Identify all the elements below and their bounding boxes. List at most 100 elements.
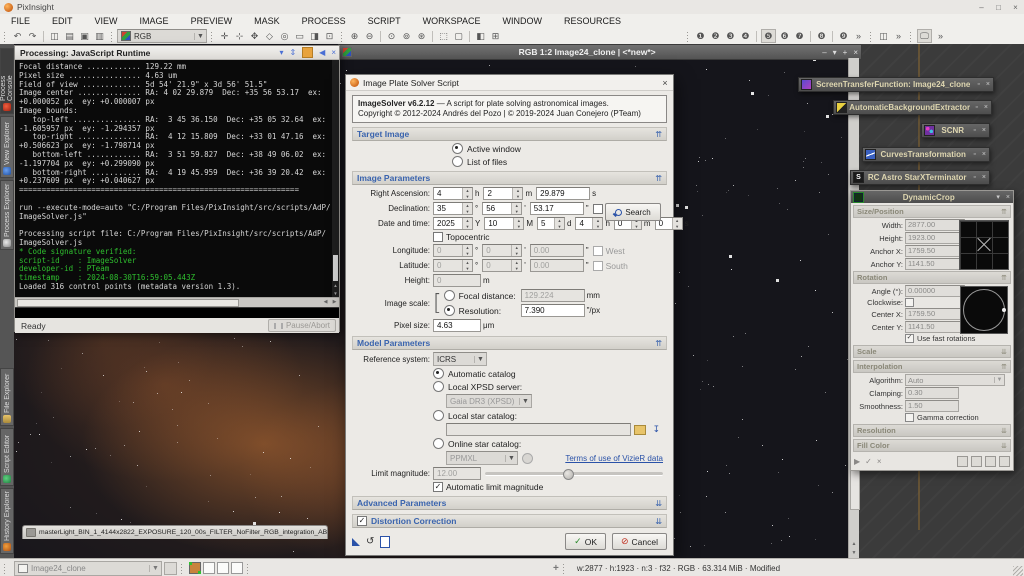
- automatic-catalog-radio[interactable]: [433, 368, 444, 379]
- expand-icon[interactable]: ⇊: [1001, 442, 1007, 450]
- monitor-icon[interactable]: 🖵: [917, 29, 932, 43]
- documentation-icon[interactable]: [380, 536, 390, 548]
- drag-instance-icon[interactable]: ▶: [854, 457, 860, 466]
- overflow2-icon[interactable]: »: [892, 30, 905, 42]
- rotation-dial[interactable]: [960, 286, 1008, 334]
- workspace-swatch-active[interactable]: [189, 562, 201, 574]
- selection-icon[interactable]: ▢: [452, 30, 465, 42]
- dec-seconds-field[interactable]: 53.17: [530, 202, 584, 215]
- dock-tab-history-explorer[interactable]: History Explorer: [0, 488, 14, 554]
- statusbar-grip[interactable]: [180, 563, 184, 574]
- server-icon[interactable]: [522, 453, 533, 464]
- collapse-icon[interactable]: ⇈: [1001, 363, 1007, 371]
- window-tab-masterlight[interactable]: masterLight_BIN_1_4144x2822_EXPOSURE_120…: [22, 525, 328, 539]
- workspace-swatch[interactable]: [217, 562, 229, 574]
- year-field[interactable]: 2025▲▼: [433, 217, 473, 230]
- automatic-limit-checkbox[interactable]: ✓: [433, 482, 443, 492]
- anchor-x-field[interactable]: 1759.50: [905, 245, 965, 257]
- new-instance-icon[interactable]: [352, 538, 360, 546]
- day-field[interactable]: 5▲▼: [537, 217, 565, 230]
- console-close-icon[interactable]: ×: [331, 48, 336, 57]
- dock-tab-process-console[interactable]: Process Console: [0, 48, 14, 114]
- angle-field[interactable]: 0.00000: [905, 285, 965, 297]
- panel-close-icon[interactable]: ×: [1006, 194, 1010, 201]
- pause-abort-button[interactable]: Pause/Abort: [268, 319, 336, 332]
- local-xpsd-radio[interactable]: [433, 381, 444, 392]
- panel-close-icon[interactable]: ×: [982, 151, 986, 158]
- active-window-radio[interactable]: [452, 143, 463, 154]
- gamma-correction-checkbox[interactable]: [905, 413, 914, 422]
- mask-enable-icon[interactable]: ▣: [78, 30, 91, 42]
- workspace-3-icon[interactable]: ❸: [724, 30, 737, 42]
- scroll-down-icon[interactable]: ▼: [849, 549, 859, 558]
- panel-restore-icon[interactable]: ▫: [973, 174, 975, 181]
- select-all-icon[interactable]: ⬚: [437, 30, 450, 42]
- menu-item[interactable]: EDIT: [41, 14, 84, 28]
- menu-item[interactable]: PROCESS: [291, 14, 357, 28]
- tile-view-icon[interactable]: ⊞: [489, 30, 502, 42]
- center-y-field[interactable]: 1141.50: [905, 321, 965, 333]
- dock-tab-process-explorer[interactable]: Process Explorer: [0, 180, 14, 250]
- section-target-image[interactable]: Target Image⇈: [352, 127, 667, 141]
- ra-seconds-field[interactable]: 29.879: [536, 187, 590, 200]
- workspace-current-icon[interactable]: ❺: [761, 29, 776, 43]
- zoom-fit-icon[interactable]: ⊚: [400, 30, 413, 42]
- zoom-custom-icon[interactable]: ⊛: [415, 30, 428, 42]
- new-preview-icon[interactable]: ▭: [293, 30, 306, 42]
- scroll-right-icon[interactable]: ▶: [330, 298, 339, 306]
- height-field[interactable]: 0: [433, 274, 481, 287]
- lon-degrees-field[interactable]: 0▲▼: [433, 244, 473, 257]
- anchor-selector-grid[interactable]: [959, 220, 1009, 270]
- clamping-field[interactable]: 0.30: [905, 387, 959, 399]
- statusbar-grip[interactable]: [562, 563, 566, 574]
- online-catalog-select[interactable]: PPMXL▼: [446, 451, 518, 465]
- console-collapse-icon[interactable]: ◀: [319, 48, 325, 57]
- download-icon[interactable]: ↧: [652, 424, 660, 435]
- width-field[interactable]: 2877.00: [905, 219, 965, 231]
- toolbar-grip[interactable]: [340, 31, 344, 42]
- section-interpolation[interactable]: Interpolation⇈: [853, 360, 1011, 373]
- pixel-size-field[interactable]: 4.63: [433, 319, 481, 332]
- south-hemisphere-checkbox[interactable]: [593, 261, 603, 271]
- dynamiccrop-titlebar[interactable]: DynamicCrop ▾ ×: [851, 191, 1013, 203]
- track-view-icon[interactable]: [999, 456, 1010, 467]
- lon-seconds-field[interactable]: 0.00: [530, 244, 584, 257]
- zoom-11-icon[interactable]: ⊙: [385, 30, 398, 42]
- console-command-input[interactable]: [15, 307, 339, 318]
- window-cascade-icon[interactable]: ❻: [778, 30, 791, 42]
- cancel-button[interactable]: ⊘Cancel: [612, 533, 667, 550]
- section-advanced-parameters[interactable]: Advanced Parameters⇊: [352, 496, 667, 510]
- fast-rotations-checkbox[interactable]: ✓: [905, 334, 914, 343]
- console-dock-icon[interactable]: [302, 47, 313, 58]
- panel-automaticbackgroundextractor[interactable]: AutomaticBackgroundExtractor ▫ ×: [833, 100, 992, 115]
- algorithm-select[interactable]: Auto▼: [905, 374, 1005, 386]
- panel-close-icon[interactable]: ×: [986, 81, 990, 88]
- menu-item[interactable]: MASK: [243, 14, 291, 28]
- maximize-icon[interactable]: □: [990, 1, 1007, 14]
- workspace-2-icon[interactable]: ❷: [709, 30, 722, 42]
- minimize-icon[interactable]: –: [973, 1, 990, 14]
- ra-minutes-field[interactable]: 2▲▼: [483, 187, 523, 200]
- console-dropdown-icon[interactable]: ▾: [279, 48, 283, 57]
- collapse-icon[interactable]: ⇈: [655, 174, 662, 183]
- catalog-file-field[interactable]: [446, 423, 631, 436]
- window-tile-icon[interactable]: ❼: [793, 30, 806, 42]
- panel-restore-icon[interactable]: ▫: [973, 127, 975, 134]
- focal-distance-radio[interactable]: [444, 290, 455, 301]
- topocentric-checkbox[interactable]: [433, 232, 443, 242]
- toolbar-grip[interactable]: [210, 31, 214, 42]
- window-zoom-icon[interactable]: +: [843, 48, 848, 57]
- menu-item[interactable]: WORKSPACE: [412, 14, 492, 28]
- ra-hours-field[interactable]: 4▲▼: [433, 187, 473, 200]
- workspace-swatch[interactable]: [231, 562, 243, 574]
- window-minimize-icon[interactable]: –: [822, 48, 826, 57]
- menu-item[interactable]: VIEW: [84, 14, 129, 28]
- zoom-in-icon[interactable]: ⊕: [348, 30, 361, 42]
- limit-magnitude-slider[interactable]: [485, 468, 663, 479]
- lat-seconds-field[interactable]: 0.00: [530, 259, 584, 272]
- panel-restore-icon[interactable]: ▫: [973, 151, 975, 158]
- section-rotation[interactable]: Rotation⇈: [853, 271, 1011, 284]
- collapse-icon[interactable]: ⇈: [655, 130, 662, 139]
- workspace-1-icon[interactable]: ❶: [694, 30, 707, 42]
- lat-degrees-field[interactable]: 0▲▼: [433, 259, 473, 272]
